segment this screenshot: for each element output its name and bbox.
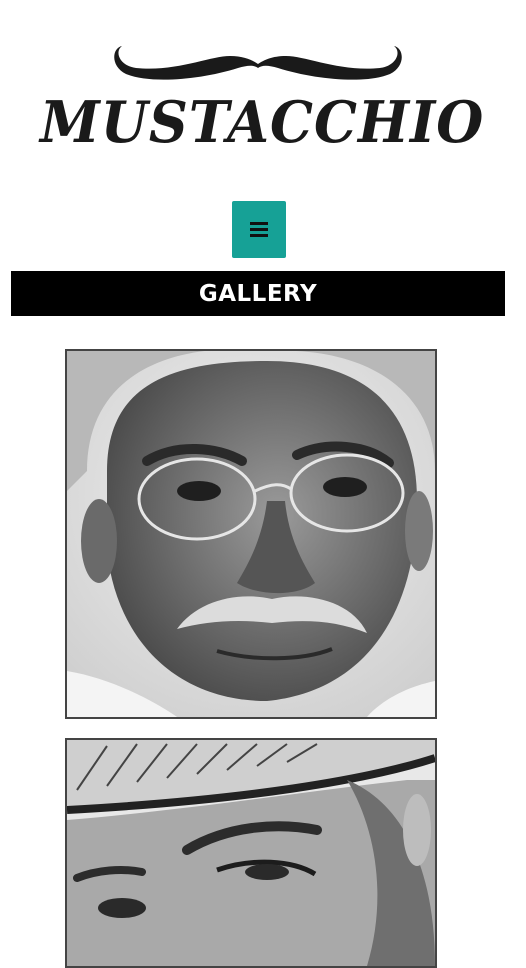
portrait-photo-1 [67,351,435,717]
site-logo[interactable]: MUSTACCHIO [40,38,485,168]
gallery-image-1[interactable] [65,349,437,719]
logo-wordmark: MUSTACCHIO [40,88,485,156]
portrait-photo-2 [67,740,435,966]
mustache-icon [114,46,402,80]
hamburger-icon [250,219,268,240]
gallery-image-2[interactable] [65,738,437,968]
page-title-bar: GALLERY [11,271,505,316]
menu-toggle-button[interactable] [232,201,286,258]
page-title: GALLERY [198,280,318,307]
